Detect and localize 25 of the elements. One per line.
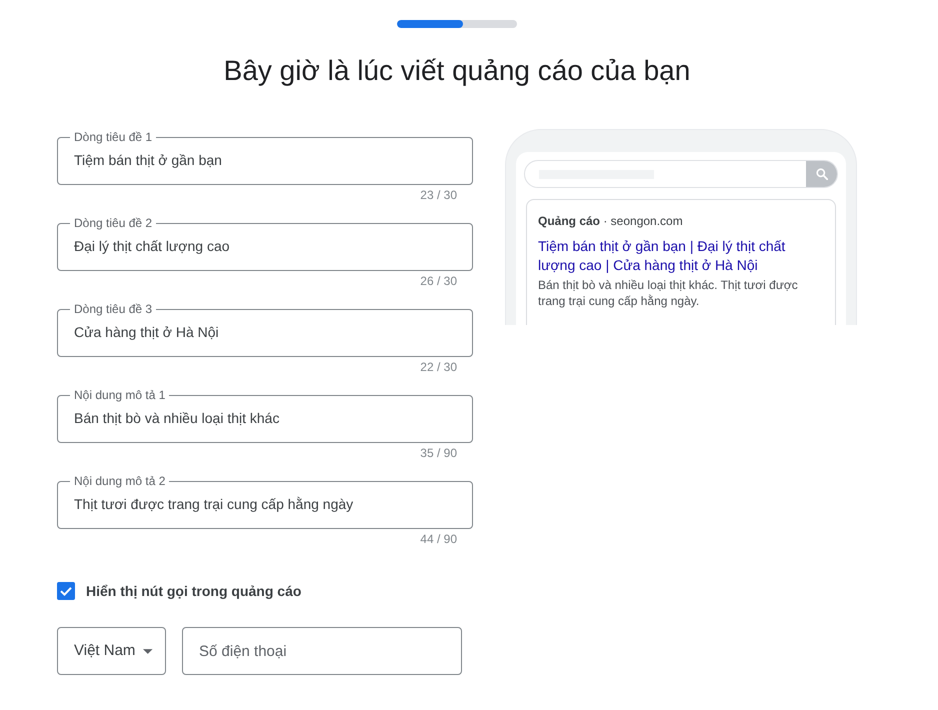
field-label: Nội dung mô tả 2: [73, 474, 166, 488]
ad-headline-link[interactable]: Tiệm bán thịt ở gần bạn | Đại lý thịt chất lượng cao | Cửa hàng thịt ở Hà Nội: [538, 237, 824, 275]
ad-description: Bán thịt bò và nhiều loại thịt khác. Thịt tươi được trang trại cung cấp hằng ngày.: [538, 277, 799, 309]
character-counter: 44 / 90: [420, 532, 457, 546]
ad-source-line: Quảng cáo · seongon.com: [538, 213, 684, 229]
text-field[interactable]: Dòng tiêu đề 3 Cửa hàng thịt ở Hà Nội: [57, 302, 473, 357]
phone-field[interactable]: Số điện thoại: [182, 627, 462, 675]
search-icon: [806, 161, 837, 187]
country-dropdown[interactable]: Việt Nam: [57, 627, 166, 675]
text-field[interactable]: Dòng tiêu đề 2 Đại lý thịt chất lượng cao: [57, 216, 473, 271]
checkbox-label: Hiển thị nút gọi trong quảng cáo: [86, 582, 302, 600]
field-label: Dòng tiêu đề 2: [73, 216, 154, 230]
text-field[interactable]: Nội dung mô tả 2 Thịt tươi được trang trại cung cấp hằng ngày: [57, 474, 473, 529]
field-label: Dòng tiêu đề 3: [73, 302, 154, 316]
caret-icon: [143, 648, 153, 654]
character-counter: 35 / 90: [420, 446, 457, 460]
text-field[interactable]: Dòng tiêu đề 1 Tiệm bán thịt ở gần bạn: [57, 130, 473, 185]
checkbox[interactable]: [57, 582, 75, 600]
field-label: Dòng tiêu đề 1: [73, 130, 154, 144]
field-label: Nội dung mô tả 1: [73, 388, 166, 402]
text-field[interactable]: Nội dung mô tả 1 Bán thịt bò và nhiều loại thịt khác: [57, 388, 473, 443]
page-title: Bây giờ là lúc viết quảng cáo của bạn: [224, 54, 690, 88]
character-counter: 23 / 30: [420, 188, 457, 202]
character-counter: 22 / 30: [420, 360, 457, 374]
character-counter: 26 / 30: [420, 274, 457, 288]
